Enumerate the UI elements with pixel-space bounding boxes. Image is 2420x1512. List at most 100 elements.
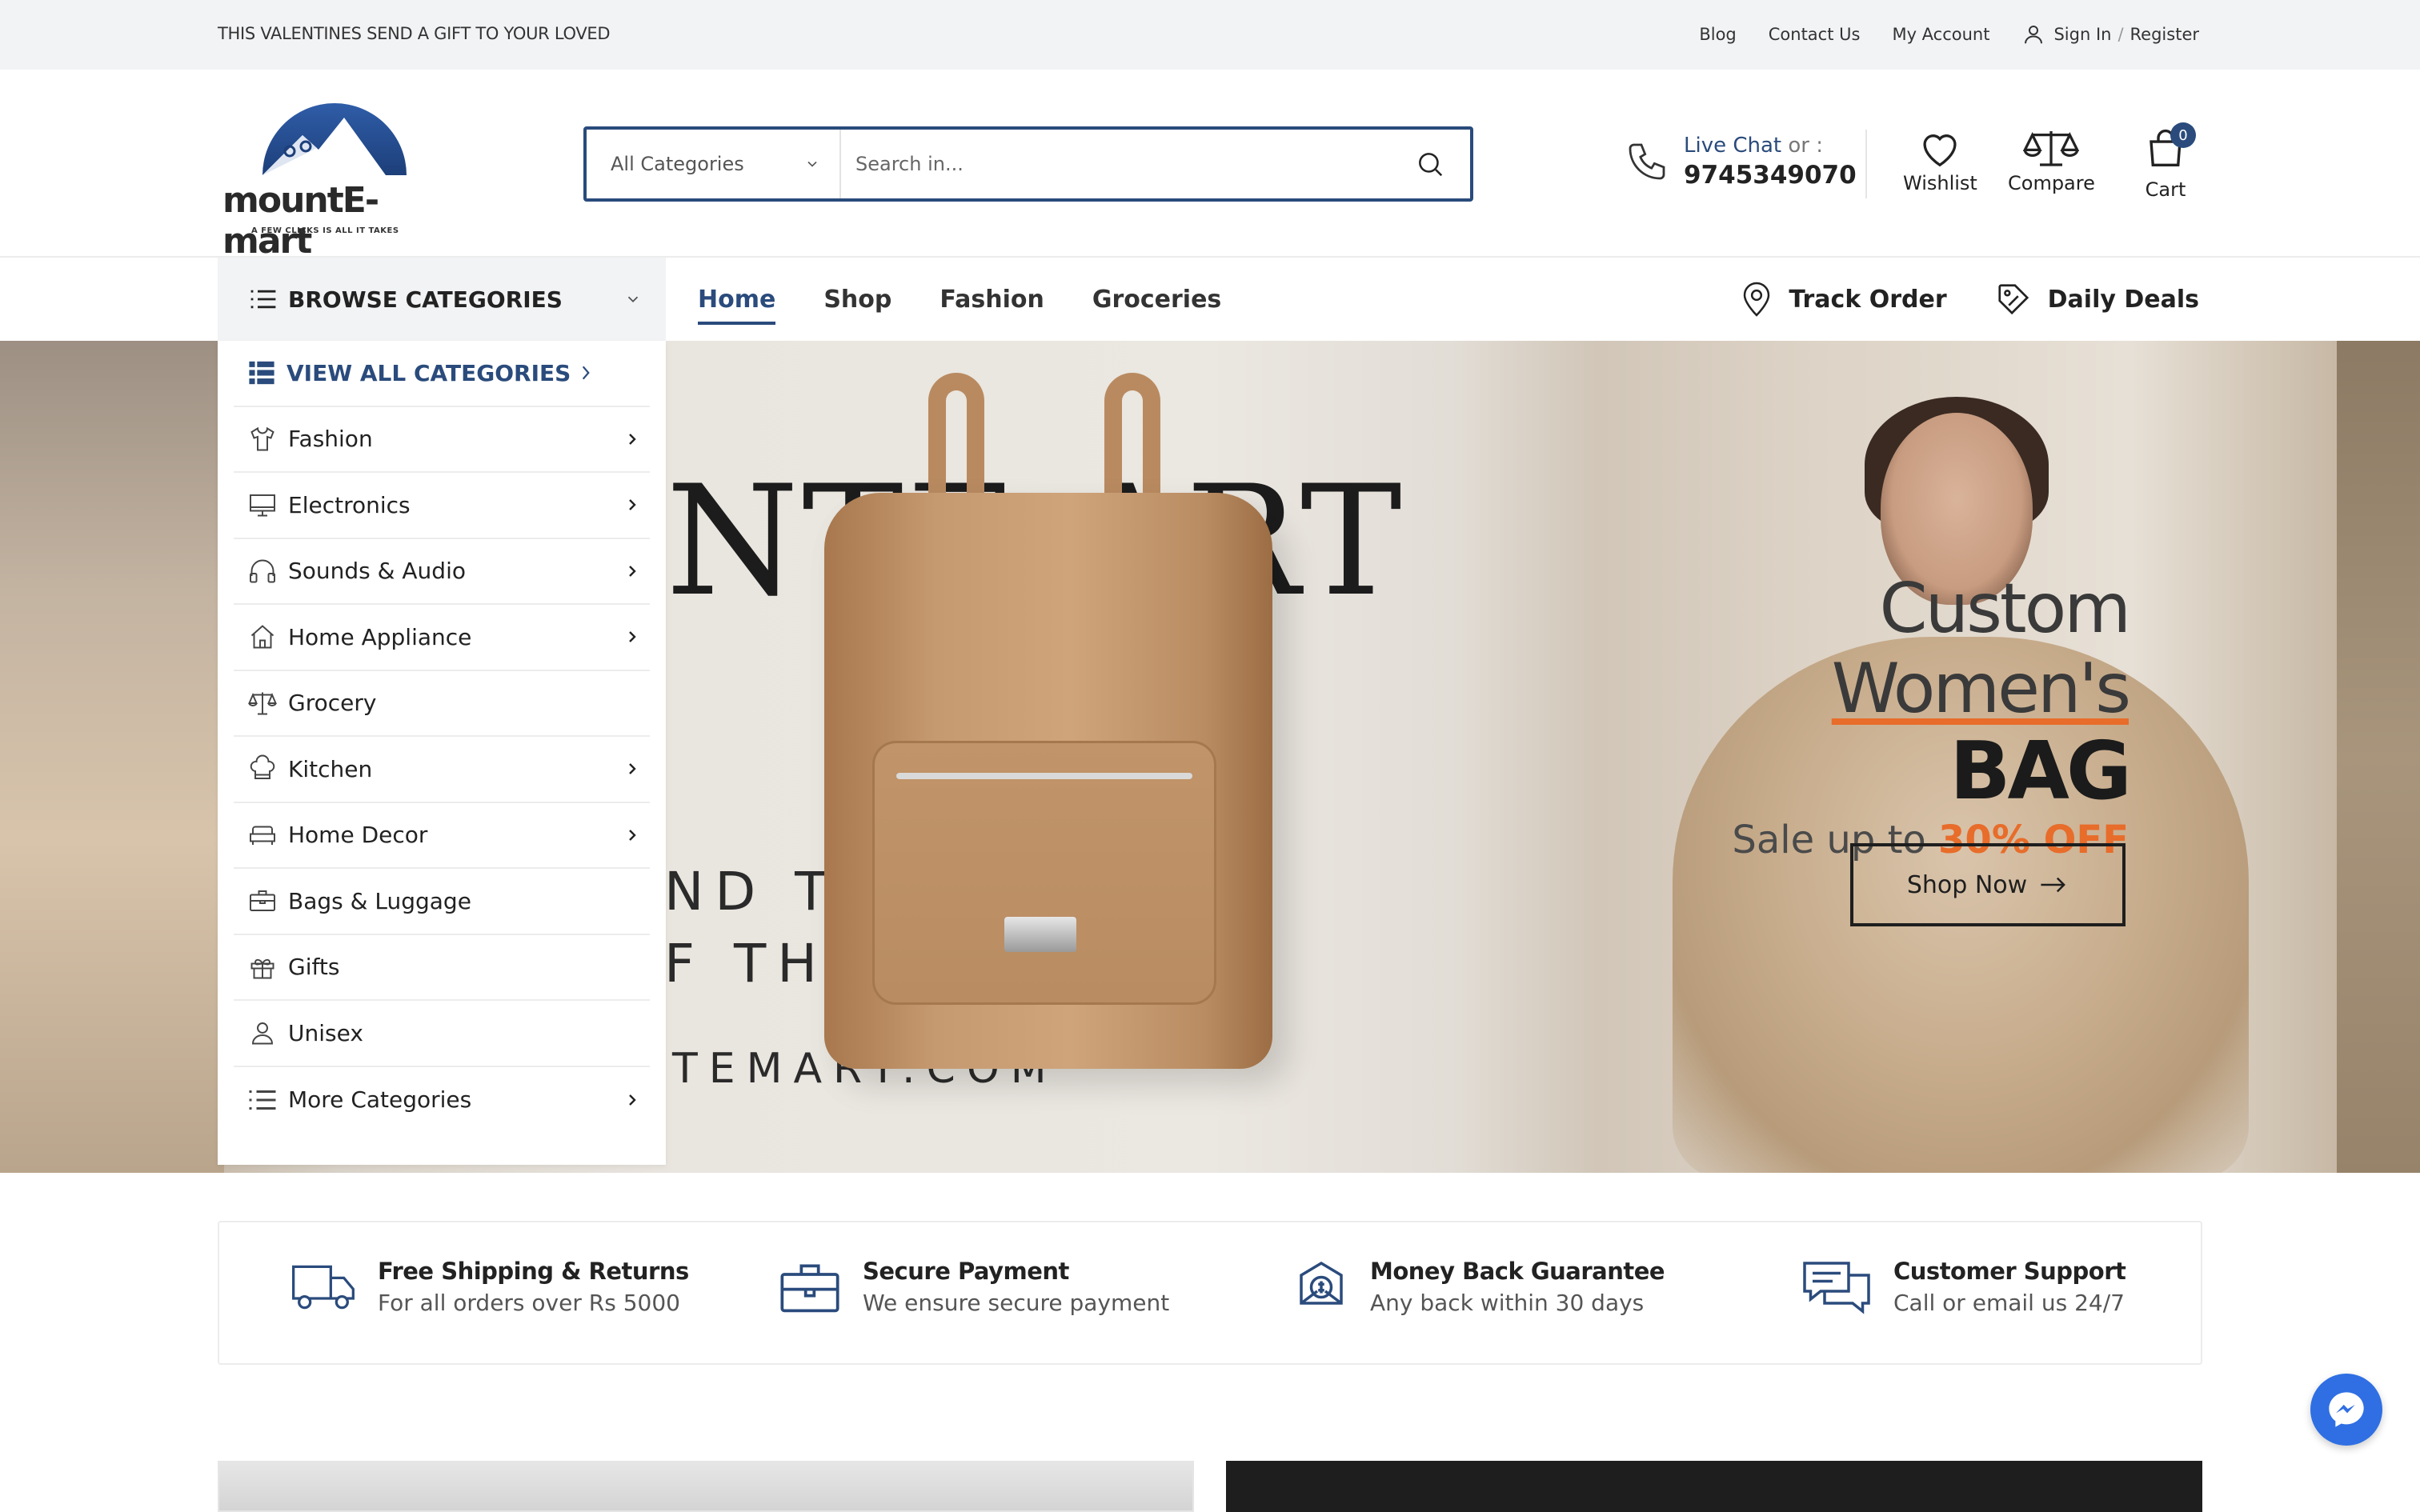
messenger-chat-button[interactable] (2310, 1374, 2382, 1446)
feature-subtitle: Call or email us 24/7 (1893, 1290, 2125, 1316)
user-icon (252, 1022, 273, 1045)
home-icon (250, 625, 274, 649)
category-label: Home Decor (288, 822, 428, 849)
category-grocery[interactable]: Grocery (234, 671, 650, 737)
track-order-link[interactable]: Track Order (1741, 280, 1947, 318)
or-label: or : (1788, 134, 1824, 158)
category-more[interactable]: More Categories (234, 1067, 650, 1134)
compare-label: Compare (2008, 172, 2095, 194)
view-all-label: VIEW ALL CATEGORIES (286, 359, 571, 386)
mountain-logo-icon (262, 103, 407, 175)
category-label: Home Appliance (288, 623, 472, 650)
hero-headline-b: Women's (1831, 649, 2131, 729)
promo-card-left[interactable] (218, 1461, 1194, 1512)
tag-icon (1998, 284, 2029, 315)
monitor-icon (250, 494, 275, 517)
register-link[interactable]: Register (2130, 25, 2199, 44)
user-icon (2025, 26, 2043, 44)
nav-fashion[interactable]: Fashion (940, 286, 1044, 314)
category-label: Electronics (288, 491, 411, 518)
heart-icon (1923, 134, 1957, 167)
view-all-categories[interactable]: VIEW ALL CATEGORIES (234, 341, 650, 407)
bag-zipper (896, 773, 1192, 779)
shop-now-label: Shop Now (1906, 870, 2028, 899)
chevron-right-icon (629, 433, 636, 445)
category-unisex[interactable]: Unisex (234, 1001, 650, 1067)
compare-button[interactable]: Compare (2008, 127, 2095, 194)
cart-label: Cart (2145, 178, 2186, 201)
wishlist-label: Wishlist (1903, 172, 1977, 194)
cart-button[interactable]: 0 Cart (2143, 122, 2196, 201)
category-label: Kitchen (288, 755, 373, 782)
header-divider (1865, 130, 1867, 198)
chevron-right-icon (629, 565, 636, 577)
tshirt-icon (250, 426, 274, 451)
bag-pocket (872, 741, 1216, 1005)
nav-home[interactable]: Home (698, 286, 776, 325)
category-home-decor[interactable]: Home Decor (234, 803, 650, 869)
feature-title: Secure Payment (863, 1258, 1069, 1285)
money-back-icon (1300, 1261, 1343, 1305)
search-button[interactable] (1390, 130, 1470, 198)
wishlist-button[interactable]: Wishlist (1903, 127, 1977, 194)
daily-deals-link[interactable]: Daily Deals (1995, 281, 2199, 318)
list-icon (249, 1090, 276, 1110)
arrow-right-icon (2041, 877, 2066, 893)
phone-number: 9745349070 (1684, 161, 1857, 190)
category-label: Grocery (288, 690, 377, 717)
live-chat-contact[interactable]: Live Chat or : 9745349070 (1625, 134, 1857, 190)
chevron-right-icon (629, 1094, 636, 1106)
list-icon (250, 290, 276, 309)
category-home-appliance[interactable]: Home Appliance (234, 605, 650, 671)
category-select-value: All Categories (611, 153, 744, 175)
category-kitchen[interactable]: Kitchen (234, 737, 650, 803)
feature-subtitle: For all orders over Rs 5000 (378, 1290, 680, 1316)
backpack-image (816, 373, 1272, 1077)
site-logo[interactable]: mountE-mart A FEW CLICKS IS ALL IT TAKES (216, 86, 456, 262)
hero-headline: Custom Women's (1593, 569, 2131, 729)
promo-card-right[interactable] (1226, 1461, 2202, 1512)
compare-icon (2023, 131, 2080, 166)
hero-headline-a: Custom (1879, 569, 2131, 649)
category-gifts[interactable]: Gifts (234, 935, 650, 1001)
briefcase-icon (780, 1263, 839, 1312)
cart-icon-wrap: 0 (2143, 122, 2196, 175)
top-links: Blog Contact Us My Account Sign In / Reg… (1667, 22, 2199, 46)
feature-secure-payment: Secure Payment We ensure secure payment (778, 1258, 1169, 1316)
feature-money-back: Money Back Guarantee Any back within 30 … (1293, 1258, 1665, 1316)
category-fashion[interactable]: Fashion (234, 407, 650, 473)
hero-right-photo (2337, 341, 2420, 1173)
category-menu: VIEW ALL CATEGORIES Fashion Electronics … (218, 341, 666, 1165)
feature-subtitle: We ensure secure payment (863, 1290, 1170, 1316)
category-label: More Categories (288, 1086, 472, 1114)
search-input[interactable] (841, 130, 1390, 198)
nav-groceries[interactable]: Groceries (1092, 286, 1221, 314)
grid-list-icon (249, 362, 274, 385)
category-sounds-audio[interactable]: Sounds & Audio (234, 539, 650, 605)
shop-now-button[interactable]: Shop Now (1850, 843, 2126, 926)
my-account-link[interactable]: My Account (1892, 25, 1989, 44)
search-icon (1419, 153, 1443, 177)
nav-shop[interactable]: Shop (823, 286, 891, 314)
messenger-icon (2329, 1392, 2364, 1427)
live-chat-label: Live Chat (1684, 134, 1782, 158)
feature-free-shipping: Free Shipping & Returns For all orders o… (290, 1258, 689, 1316)
feature-subtitle: Any back within 30 days (1370, 1290, 1645, 1316)
track-order-label: Track Order (1789, 285, 1947, 314)
category-electronics[interactable]: Electronics (234, 473, 650, 539)
contact-us-link[interactable]: Contact Us (1769, 25, 1861, 44)
bag-plate (1004, 917, 1076, 952)
features-strip: Free Shipping & Returns For all orders o… (218, 1221, 2202, 1365)
category-label: Fashion (288, 426, 373, 453)
browse-categories-button[interactable]: BROWSE CATEGORIES (218, 258, 666, 341)
cart-count-badge: 0 (2170, 122, 2196, 148)
nav-links: Home Shop Fashion Groceries (698, 258, 1269, 341)
category-bags-luggage[interactable]: Bags & Luggage (234, 869, 650, 935)
header: mountE-mart A FEW CLICKS IS ALL IT TAKES… (0, 70, 2420, 262)
category-label: Sounds & Audio (288, 558, 466, 585)
sign-in-link[interactable]: Sign In (2053, 25, 2111, 44)
blog-link[interactable]: Blog (1699, 25, 1736, 44)
chevron-down-icon (627, 296, 639, 303)
top-bar: THIS VALENTINES SEND A GIFT TO YOUR LOVE… (0, 0, 2420, 70)
category-select[interactable]: All Categories (587, 130, 841, 198)
